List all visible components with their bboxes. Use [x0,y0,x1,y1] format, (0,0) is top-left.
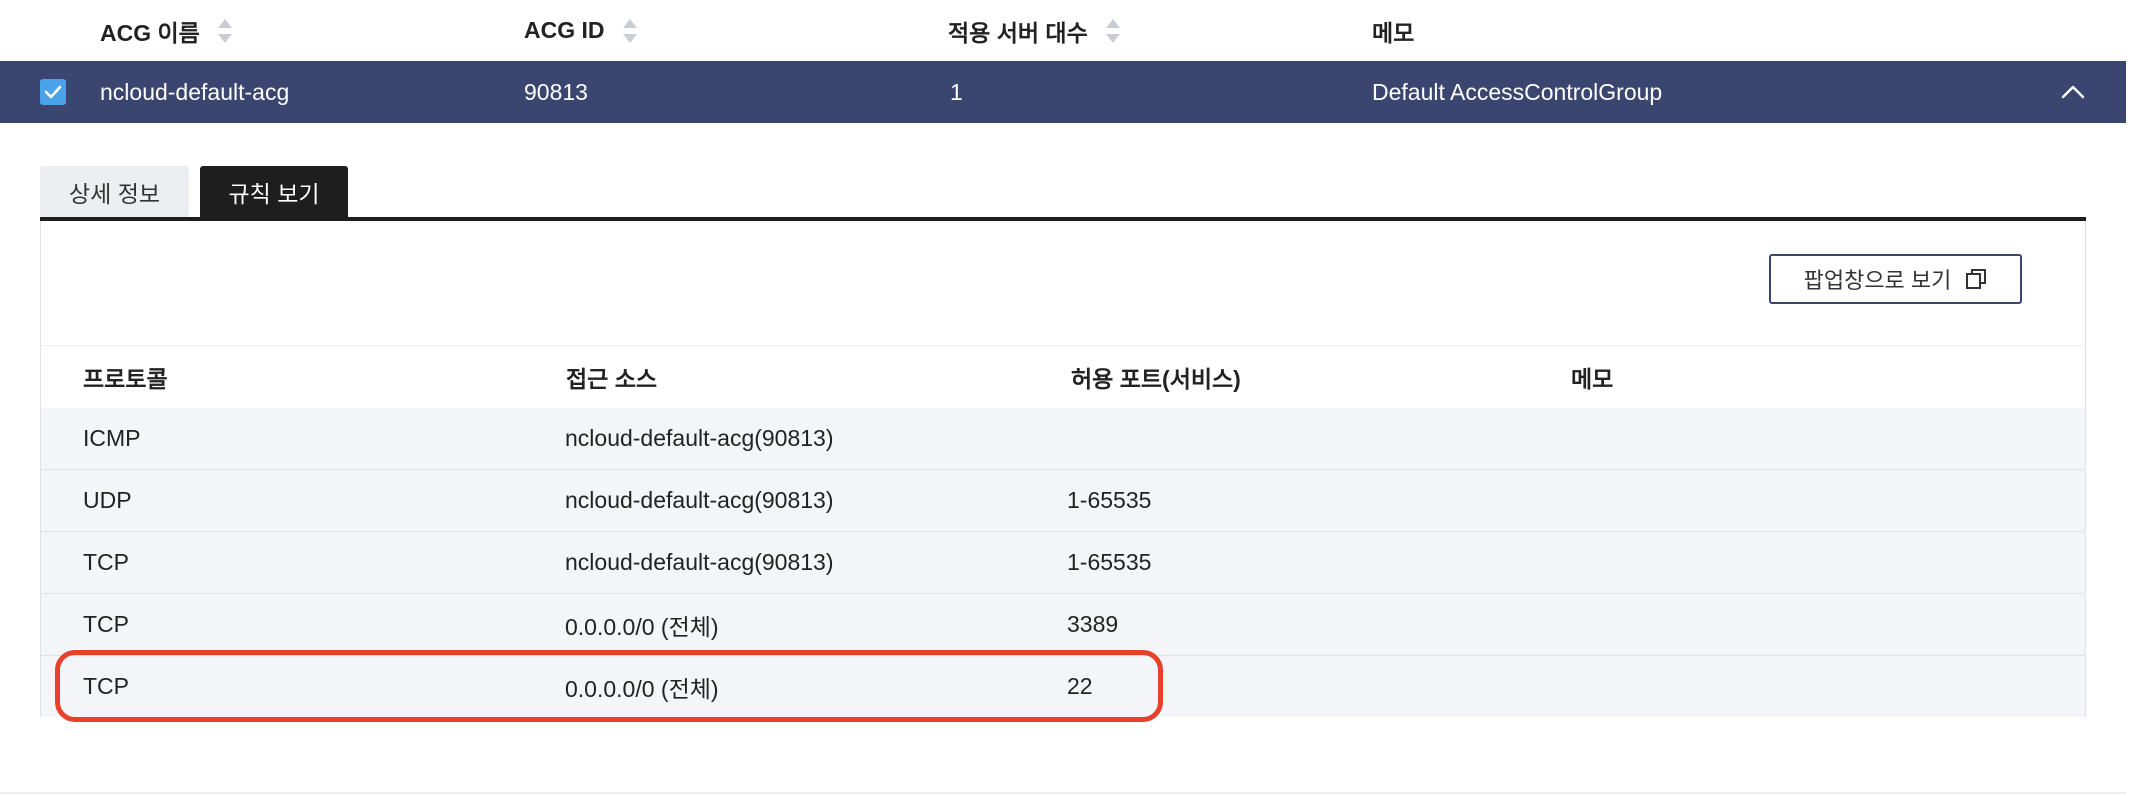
column-header-rule-memo: 메모 [1571,366,1614,392]
rules-panel: 팝업창으로 보기 프로토콜 접근 소스 허용 포트(서비스) 메모 ICMP n… [40,221,2086,717]
source-cell: ncloud-default-acg(90813) [565,487,834,513]
table-row: TCP ncloud-default-acg(90813) 1-65535 [41,532,2085,594]
column-header-label: 메모 [1372,19,1415,46]
column-header-port: 허용 포트(서비스) [1071,366,1241,392]
column-header-label: ACG 이름 [100,19,200,46]
column-header-server-count[interactable]: 적용 서버 대수 [948,0,1120,61]
divider [0,792,2126,794]
column-header-label: ACG ID [524,17,605,43]
source-cell: ncloud-default-acg(90813) [565,425,834,451]
port-cell: 1-65535 [1067,549,1152,575]
sort-icon[interactable] [1105,18,1120,43]
column-header-acg-name[interactable]: ACG 이름 [100,0,232,61]
checkmark-icon [44,85,62,99]
column-header-memo: 메모 [1372,0,1414,61]
protocol-cell: TCP [83,611,129,637]
protocol-cell: TCP [83,549,129,575]
table-row: UDP ncloud-default-acg(90813) 1-65535 [41,470,2085,532]
sort-icon[interactable] [217,18,232,43]
row-checkbox[interactable] [40,79,66,105]
acg-row-selected[interactable]: ncloud-default-acg 90813 1 Default Acces… [0,61,2126,123]
port-cell: 1-65535 [1067,487,1152,513]
tab-rules[interactable]: 규칙 보기 [200,166,348,218]
column-header-protocol: 프로토콜 [83,366,168,392]
port-cell: 3389 [1067,611,1119,637]
sort-icon[interactable] [622,18,637,43]
server-count-cell: 1 [950,78,963,105]
open-popup-button-label: 팝업창으로 보기 [1803,268,1952,293]
acg-table-header: ACG 이름 ACG ID 적용 서버 대수 메모 [0,0,2126,62]
acg-id-cell: 90813 [524,78,588,105]
new-window-icon [1966,269,1987,289]
column-header-acg-id[interactable]: ACG ID [524,0,637,61]
highlight-annotation [55,650,1163,722]
open-popup-button[interactable]: 팝업창으로 보기 [1769,254,2022,304]
protocol-cell: ICMP [83,425,141,451]
chevron-up-icon[interactable] [2060,79,2086,105]
table-row: ICMP ncloud-default-acg(90813) [41,408,2085,470]
protocol-cell: UDP [83,487,132,513]
acg-name-cell: ncloud-default-acg [100,78,290,105]
tab-details[interactable]: 상세 정보 [40,166,189,218]
table-row: TCP 0.0.0.0/0 (전체) 3389 [41,594,2085,656]
column-header-source: 접근 소스 [566,366,658,392]
acg-memo-cell: Default AccessControlGroup [1372,78,1663,105]
source-cell: ncloud-default-acg(90813) [565,549,834,575]
column-header-label: 적용 서버 대수 [948,19,1088,46]
rules-table-header: 프로토콜 접근 소스 허용 포트(서비스) 메모 [41,345,2085,410]
source-cell: 0.0.0.0/0 (전체) [565,613,719,640]
